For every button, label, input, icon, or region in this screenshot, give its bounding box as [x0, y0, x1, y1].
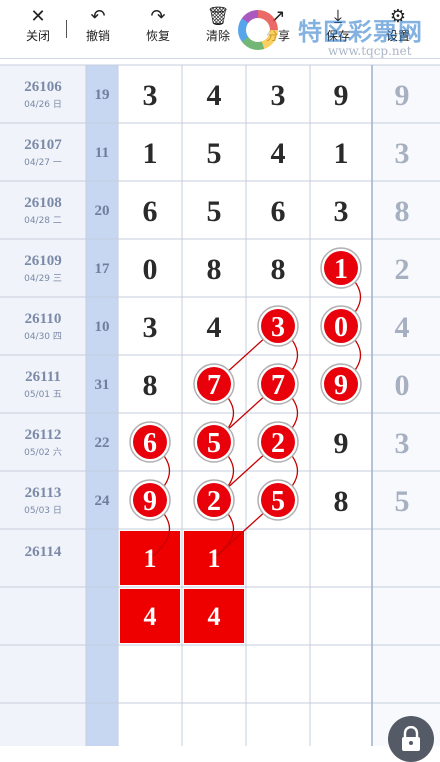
period-date: 05/01 五 — [24, 390, 62, 400]
sum-column-bg — [86, 65, 118, 746]
draw-digit: 4 — [271, 137, 286, 170]
period-date: 05/02 六 — [24, 446, 62, 458]
period-date: 04/28 二 — [24, 216, 62, 226]
extra-digit: 8 — [395, 195, 410, 228]
digit-sum: 31 — [95, 377, 110, 393]
period-number: 26114 — [25, 544, 62, 560]
draw-digit: 1 — [334, 137, 349, 170]
draw-digit: 6 — [271, 195, 286, 228]
draw-digit: 3 — [143, 311, 158, 344]
extra-digit: 2 — [395, 253, 410, 286]
extra-digit: 4 — [395, 311, 410, 344]
period-date: 04/27 一 — [24, 158, 62, 168]
period-number: 26110 — [25, 311, 62, 327]
extra-digit: 3 — [395, 427, 410, 460]
ball-number: 9 — [334, 370, 348, 401]
draw-digit: 5 — [207, 137, 222, 170]
period-number: 26111 — [25, 369, 61, 385]
draw-digit: 5 — [207, 195, 222, 228]
extra-digit: 5 — [395, 485, 410, 518]
lock-icon — [402, 726, 420, 751]
draw-digit: 8 — [207, 253, 222, 286]
digit-sum: 20 — [95, 203, 110, 219]
digit-sum: 22 — [95, 435, 110, 451]
draw-digit: 8 — [334, 485, 349, 518]
trend-grid: 2610604/26 日19 3 4 3 9 92610704/27 一11 1 5 4 1 326… — [0, 64, 440, 746]
ball-number: 5 — [207, 428, 221, 459]
extra-digit: 9 — [395, 79, 410, 112]
draw-digit: 4 — [207, 311, 222, 344]
draw-digit: 8 — [271, 253, 286, 286]
draw-digit: 9 — [334, 427, 349, 460]
period-number: 26106 — [24, 79, 62, 95]
draw-digit: 9 — [334, 79, 349, 112]
selected-number: 4 — [144, 602, 157, 631]
ball-number: 7 — [207, 370, 221, 401]
lock-button[interactable] — [388, 716, 434, 762]
ball-number: 1 — [334, 254, 348, 285]
digit-sum: 17 — [95, 261, 111, 277]
draw-digit: 1 — [143, 137, 158, 170]
digit-sum: 24 — [95, 493, 111, 509]
draw-digit: 3 — [143, 79, 158, 112]
period-date: 04/29 三 — [24, 274, 62, 284]
draw-digit: 3 — [271, 79, 286, 112]
digit-sum: 11 — [95, 145, 109, 161]
extra-digit: 3 — [395, 137, 410, 170]
digit-sum: 19 — [95, 87, 110, 103]
ball-number: 3 — [271, 312, 285, 343]
ball-number: 7 — [271, 370, 285, 401]
draw-digit: 0 — [143, 253, 158, 286]
ball-number: 6 — [143, 428, 157, 459]
period-date: 04/30 四 — [24, 332, 62, 342]
ball-number: 2 — [207, 486, 221, 517]
period-date: 05/03 日 — [24, 505, 62, 516]
draw-digit: 3 — [334, 195, 349, 228]
draw-digit: 8 — [143, 369, 158, 402]
draw-digit: 6 — [143, 195, 158, 228]
selected-number: 1 — [144, 544, 157, 573]
ball-number: 0 — [334, 312, 348, 343]
ball-number: 2 — [271, 428, 285, 459]
period-number: 26112 — [25, 427, 62, 443]
period-number: 26108 — [24, 195, 62, 211]
digit-sum: 10 — [95, 319, 110, 335]
draw-digit: 4 — [207, 79, 222, 112]
ball-number: 9 — [143, 486, 157, 517]
period-number: 26113 — [25, 485, 62, 501]
period-number: 26107 — [24, 137, 62, 153]
selected-number: 1 — [208, 544, 221, 573]
selected-number: 4 — [208, 602, 221, 631]
extra-digit: 0 — [395, 369, 410, 402]
period-date: 04/26 日 — [24, 99, 62, 110]
ball-number: 5 — [271, 486, 285, 517]
period-number: 26109 — [24, 253, 62, 269]
